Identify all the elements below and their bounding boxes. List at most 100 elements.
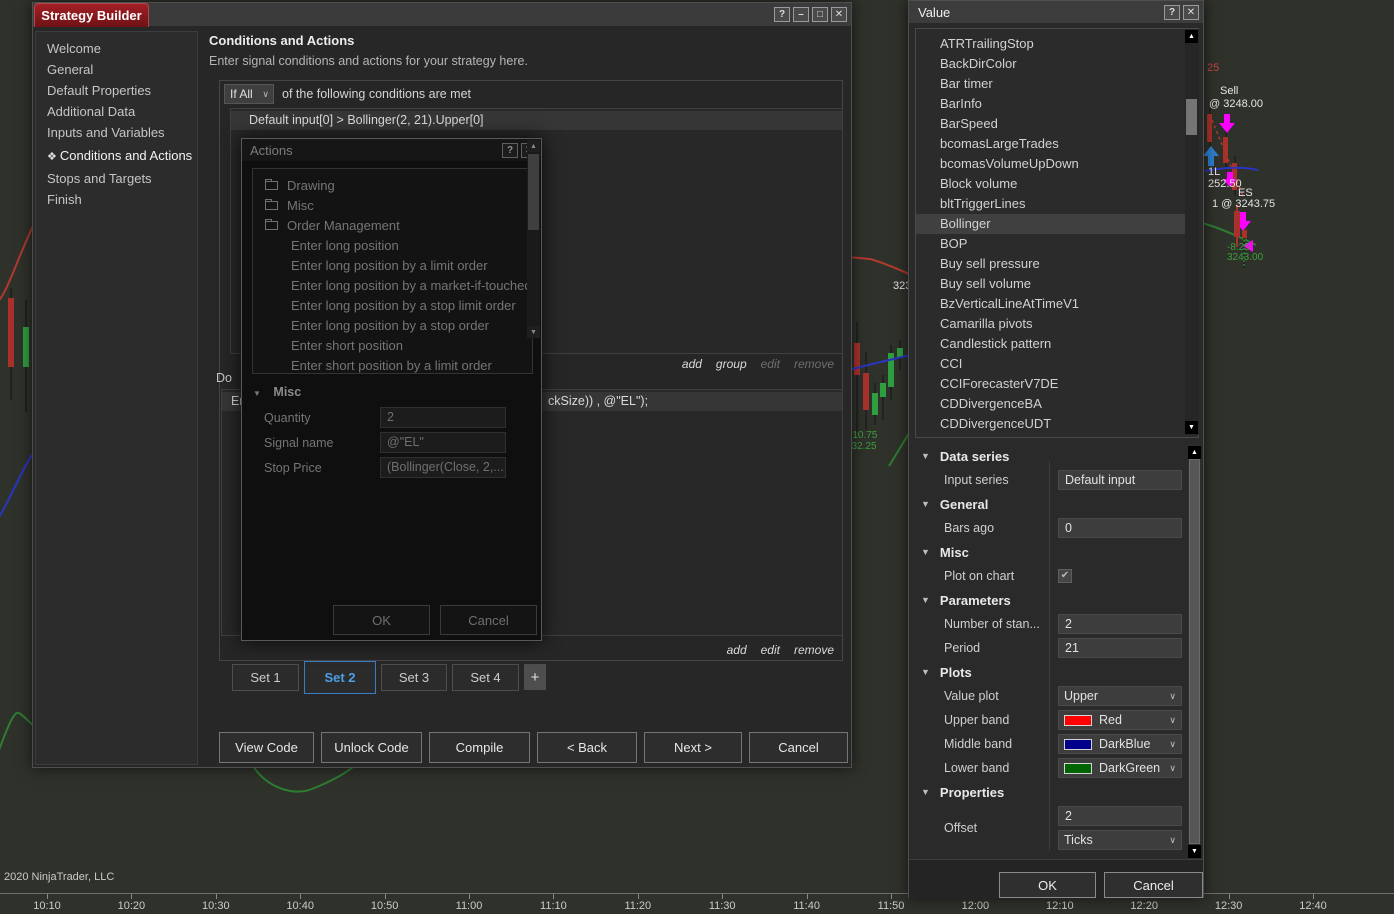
- indicator-item-cciforecasterv7de[interactable]: CCIForecasterV7DE: [916, 374, 1198, 394]
- section-header-general[interactable]: ▼ General: [909, 492, 1187, 516]
- help-button[interactable]: ?: [502, 143, 518, 158]
- actions-tree-item-enter-long-position-by-a-stop-limit-order[interactable]: Enter long position by a stop limit orde…: [253, 295, 532, 315]
- maximize-button[interactable]: □: [812, 7, 828, 22]
- indicator-item-buy-sell-pressure[interactable]: Buy sell pressure: [916, 254, 1198, 274]
- indicator-item-bcomaslargetrades[interactable]: bcomasLargeTrades: [916, 134, 1198, 154]
- property-color-select[interactable]: Red ∨: [1058, 710, 1182, 730]
- indicator-item-cddivergenceba[interactable]: CDDivergenceBA: [916, 394, 1198, 414]
- indicator-item-bzverticallineattimev1[interactable]: BzVerticalLineAtTimeV1: [916, 294, 1198, 314]
- sidebar-item-stops-and-targets[interactable]: Stops and Targets: [36, 168, 197, 189]
- section-header-misc[interactable]: ▼ Misc: [909, 540, 1187, 564]
- indicator-item-bcomasvolumeupdown[interactable]: bcomasVolumeUpDown: [916, 154, 1198, 174]
- misc-section-header[interactable]: ▼ Misc: [253, 385, 301, 399]
- property-color-select[interactable]: DarkBlue ∨: [1058, 734, 1182, 754]
- property-grid-scrollbar[interactable]: ▲ ▼: [1188, 445, 1201, 859]
- button-back[interactable]: < Back: [537, 732, 637, 763]
- close-button[interactable]: ✕: [831, 7, 847, 22]
- link-add[interactable]: add: [727, 643, 747, 657]
- scroll-down-icon[interactable]: ▼: [1185, 421, 1198, 434]
- property-unit-select[interactable]: Ticks ∨: [1058, 830, 1182, 850]
- sidebar-item-conditions-and-actions[interactable]: ❖ Conditions and Actions: [36, 145, 197, 166]
- scrollbar-thumb[interactable]: [1189, 459, 1200, 844]
- actions-tree-item-enter-long-position[interactable]: Enter long position: [253, 235, 532, 255]
- sidebar-item-additional-data[interactable]: Additional Data: [36, 101, 197, 122]
- sidebar-item-welcome[interactable]: Welcome: [36, 38, 197, 59]
- scroll-up-icon[interactable]: ▲: [527, 140, 540, 152]
- indicator-item-block-volume[interactable]: Block volume: [916, 174, 1198, 194]
- actions-tree-item-enter-long-position-by-a-stop-order[interactable]: Enter long position by a stop order: [253, 315, 532, 335]
- indicator-item-bop[interactable]: BOP: [916, 234, 1198, 254]
- property-input[interactable]: 2: [1058, 614, 1182, 634]
- help-button[interactable]: ?: [774, 7, 790, 22]
- ok-button[interactable]: OK: [333, 605, 430, 635]
- actions-tree-item-enter-long-position-by-a-market-if-touched[interactable]: Enter long position by a market-if-touch…: [253, 275, 532, 295]
- link-add[interactable]: add: [682, 357, 702, 371]
- parameter-input[interactable]: 2: [380, 407, 506, 428]
- button-view-code[interactable]: View Code: [219, 732, 314, 763]
- checkbox[interactable]: ✔: [1058, 569, 1072, 583]
- indicator-list-scrollbar[interactable]: ▲ ▼: [1185, 29, 1199, 435]
- indicator-item-cci[interactable]: CCI: [916, 354, 1198, 374]
- section-header-plots[interactable]: ▼ Plots: [909, 660, 1187, 684]
- link-edit[interactable]: edit: [761, 643, 780, 657]
- tab-set-1[interactable]: Set 1: [232, 663, 299, 691]
- section-header-data-series[interactable]: ▼ Data series: [909, 444, 1187, 468]
- scroll-up-icon[interactable]: ▲: [1185, 30, 1198, 43]
- button-cancel[interactable]: Cancel: [749, 732, 848, 763]
- indicator-item-bollinger[interactable]: Bollinger: [916, 214, 1198, 234]
- button-compile[interactable]: Compile: [429, 732, 530, 763]
- indicator-item-atrtrailingstop[interactable]: ATRTrailingStop: [916, 34, 1198, 54]
- condition-row[interactable]: Default input[0] > Bollinger(2, 21).Uppe…: [231, 111, 842, 130]
- tab-set-3[interactable]: Set 3: [381, 663, 447, 691]
- indicator-item-blttriggerlines[interactable]: bltTriggerLines: [916, 194, 1198, 214]
- link-remove[interactable]: remove: [794, 643, 834, 657]
- indicator-item-barspeed[interactable]: BarSpeed: [916, 114, 1198, 134]
- property-select[interactable]: Upper ∨: [1058, 686, 1182, 706]
- actions-tree-item-order-management[interactable]: Order Management: [253, 215, 532, 235]
- actions-tree-item-misc[interactable]: Misc: [253, 195, 532, 215]
- scrollbar-thumb[interactable]: [528, 154, 539, 230]
- property-color-select[interactable]: DarkGreen ∨: [1058, 758, 1182, 778]
- actions-tree-item-enter-short-position[interactable]: Enter short position: [253, 335, 532, 355]
- scroll-down-icon[interactable]: ▼: [1188, 845, 1201, 858]
- sidebar-item-general[interactable]: General: [36, 59, 197, 80]
- tab-set-4[interactable]: Set 4: [452, 663, 519, 691]
- sidebar-item-inputs-and-variables[interactable]: Inputs and Variables: [36, 122, 197, 143]
- close-button[interactable]: ✕: [1183, 5, 1199, 20]
- ok-button[interactable]: OK: [999, 872, 1096, 898]
- sidebar-item-default-properties[interactable]: Default Properties: [36, 80, 197, 101]
- section-header-properties[interactable]: ▼ Properties: [909, 780, 1187, 804]
- button-next[interactable]: Next >: [644, 732, 742, 763]
- indicator-item-barinfo[interactable]: BarInfo: [916, 94, 1198, 114]
- sidebar-item-finish[interactable]: Finish: [36, 189, 197, 210]
- tab-set-2[interactable]: Set 2: [304, 660, 376, 694]
- minimize-button[interactable]: –: [793, 7, 809, 22]
- link-group[interactable]: group: [716, 357, 747, 371]
- scroll-down-icon[interactable]: ▼: [527, 326, 540, 338]
- button-unlock-code[interactable]: Unlock Code: [321, 732, 422, 763]
- indicator-item-candlestick-pattern[interactable]: Candlestick pattern: [916, 334, 1198, 354]
- indicator-item-buy-sell-volume[interactable]: Buy sell volume: [916, 274, 1198, 294]
- indicator-item-camarilla-pivots[interactable]: Camarilla pivots: [916, 314, 1198, 334]
- scrollbar-thumb[interactable]: [1186, 99, 1197, 135]
- strategy-builder-titlebar[interactable]: Strategy Builder ? – □ ✕: [33, 3, 851, 27]
- add-set-button[interactable]: +: [524, 664, 546, 690]
- cancel-button[interactable]: Cancel: [1104, 872, 1203, 898]
- value-window-titlebar[interactable]: Value ? ✕: [909, 1, 1203, 23]
- property-input[interactable]: 2: [1058, 806, 1182, 826]
- indicator-item-backdircolor[interactable]: BackDirColor: [916, 54, 1198, 74]
- property-input[interactable]: Default input: [1058, 470, 1182, 490]
- actions-tree-item-drawing[interactable]: Drawing: [253, 175, 532, 195]
- property-input[interactable]: 21: [1058, 638, 1182, 658]
- parameter-input[interactable]: @"EL": [380, 432, 506, 453]
- help-button[interactable]: ?: [1164, 5, 1180, 20]
- section-header-parameters[interactable]: ▼ Parameters: [909, 588, 1187, 612]
- actions-tree-item-enter-long-position-by-a-limit-order[interactable]: Enter long position by a limit order: [253, 255, 532, 275]
- actions-tree-item-enter-short-position-by-a-limit-order[interactable]: Enter short position by a limit order: [253, 355, 532, 373]
- parameter-input[interactable]: (Bollinger(Close, 2,...: [380, 457, 506, 478]
- indicator-item-cddivergenceudt[interactable]: CDDivergenceUDT: [916, 414, 1198, 434]
- condition-mode-dropdown[interactable]: If All ∨: [224, 84, 274, 104]
- actions-tree-scrollbar[interactable]: ▲ ▼: [527, 140, 540, 338]
- indicator-item-bar-timer[interactable]: Bar timer: [916, 74, 1198, 94]
- cancel-button[interactable]: Cancel: [440, 605, 537, 635]
